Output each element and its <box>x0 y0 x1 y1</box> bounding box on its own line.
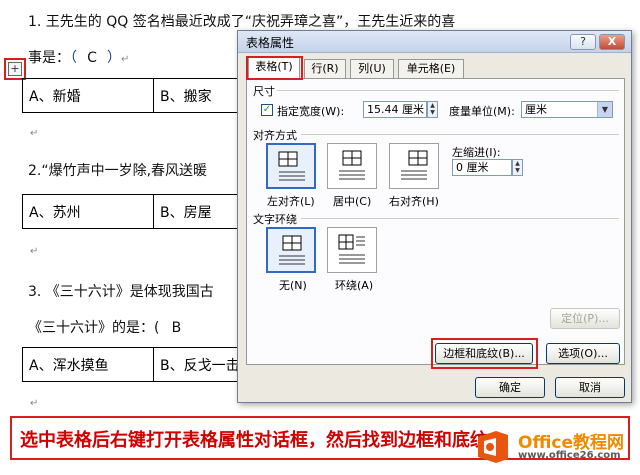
indent-spinner[interactable]: ▲ ▼ <box>512 159 523 176</box>
cancel-button[interactable]: 取消 <box>555 377 625 398</box>
q1-answer: C <box>87 50 97 66</box>
alignment-section-label: 对齐方式 <box>253 129 297 142</box>
align-left-icon <box>278 151 305 181</box>
q3-line2-prefix: 《三十六计》的是：( <box>28 320 160 336</box>
wrapping-section-label: 文字环绕 <box>253 213 297 226</box>
indent-input[interactable]: 0 厘米 <box>452 159 512 176</box>
table-properties-dialog: 表格属性 ? X 表格(T) 行(R) 列(U) 单元格(E) 尺寸 ✓ 指定宽… <box>237 30 632 403</box>
q3-option-a[interactable]: A、浑水摸鱼 <box>22 347 154 382</box>
wrap-none-option[interactable] <box>266 227 316 273</box>
tab-row[interactable]: 行(R) <box>304 59 346 78</box>
handle-highlight-box <box>4 58 26 80</box>
borders-highlight-box <box>431 338 538 369</box>
table-tab-panel: 尺寸 ✓ 指定宽度(W): 15.44 厘米 ▲ ▼ 度量单位(M): 厘米 ▼ … <box>246 78 625 369</box>
unit-label: 度量单位(M): <box>449 105 515 118</box>
return-mark: ↵ <box>30 128 39 139</box>
wrap-none-icon <box>279 235 305 265</box>
unit-select[interactable]: 厘米 ▼ <box>521 101 613 118</box>
dialog-title: 表格属性 <box>246 36 295 50</box>
tab-highlight-box <box>246 56 303 80</box>
q1-line2: 事是：（ C ）↵ <box>28 50 130 66</box>
wrap-around-label: 环绕(A) <box>335 279 374 292</box>
align-center-label: 居中(C) <box>333 195 372 208</box>
return-mark: ↵ <box>30 246 39 257</box>
q1-line2-prefix: 事是： <box>28 50 70 66</box>
size-divider <box>277 90 619 91</box>
align-left-label: 左对齐(L) <box>267 195 315 208</box>
size-section-label: 尺寸 <box>253 85 275 98</box>
align-left-option[interactable] <box>266 143 316 189</box>
caption-text: 选中表格后右键打开表格属性对话框，然后找到边框和底纹 <box>20 430 488 451</box>
q3-line2: 《三十六计》的是：( B <box>28 317 193 337</box>
wrap-none-label: 无(N) <box>279 279 307 292</box>
q2-option-a[interactable]: A、苏州 <box>22 194 154 229</box>
tab-column[interactable]: 列(U) <box>350 59 394 78</box>
specify-width-checkbox[interactable]: ✓ <box>261 104 273 116</box>
options-button[interactable]: 选项(O)... <box>546 343 620 364</box>
tab-cell[interactable]: 单元格(E) <box>398 59 464 78</box>
width-spinner[interactable]: ▲ ▼ <box>427 101 438 118</box>
wrap-around-option[interactable] <box>327 227 377 273</box>
chevron-down-icon[interactable]: ▼ <box>597 102 612 117</box>
position-button[interactable]: 定位(P)... <box>550 308 620 329</box>
close-button[interactable]: X <box>599 34 625 50</box>
specify-width-label: 指定宽度(W): <box>277 105 345 118</box>
align-right-icon <box>401 150 428 180</box>
q3-line1: 3. 《三十六计》是体现我国古 <box>28 284 214 300</box>
align-center-icon <box>339 150 365 180</box>
q3-answer: B <box>171 320 182 336</box>
unit-value: 厘米 <box>525 103 547 116</box>
q2-line1: 2.“爆竹声中一岁除,春风送暖 <box>28 163 208 179</box>
dialog-titlebar[interactable]: 表格属性 ? X <box>238 31 631 53</box>
return-mark: ↵ <box>30 398 39 409</box>
indent-label: 左缩进(I): <box>452 146 501 159</box>
q1-option-a[interactable]: A、新婚 <box>22 78 154 113</box>
align-center-option[interactable] <box>327 143 377 189</box>
wrapping-divider <box>301 218 619 219</box>
align-right-option[interactable] <box>389 143 439 189</box>
width-input[interactable]: 15.44 厘米 <box>363 101 427 118</box>
wrap-around-icon <box>338 234 365 264</box>
align-right-label: 右对齐(H) <box>389 195 439 208</box>
alignment-divider <box>301 134 619 135</box>
watermark-url: www.office26.com <box>518 450 621 461</box>
office-logo-icon <box>478 431 508 463</box>
help-button[interactable]: ? <box>570 34 596 50</box>
q1-line1: 1. 王先生的 QQ 签名档最近改成了“庆祝弄璋之喜”，王先生近来的喜 <box>28 14 456 30</box>
ok-button[interactable]: 确定 <box>475 377 545 398</box>
